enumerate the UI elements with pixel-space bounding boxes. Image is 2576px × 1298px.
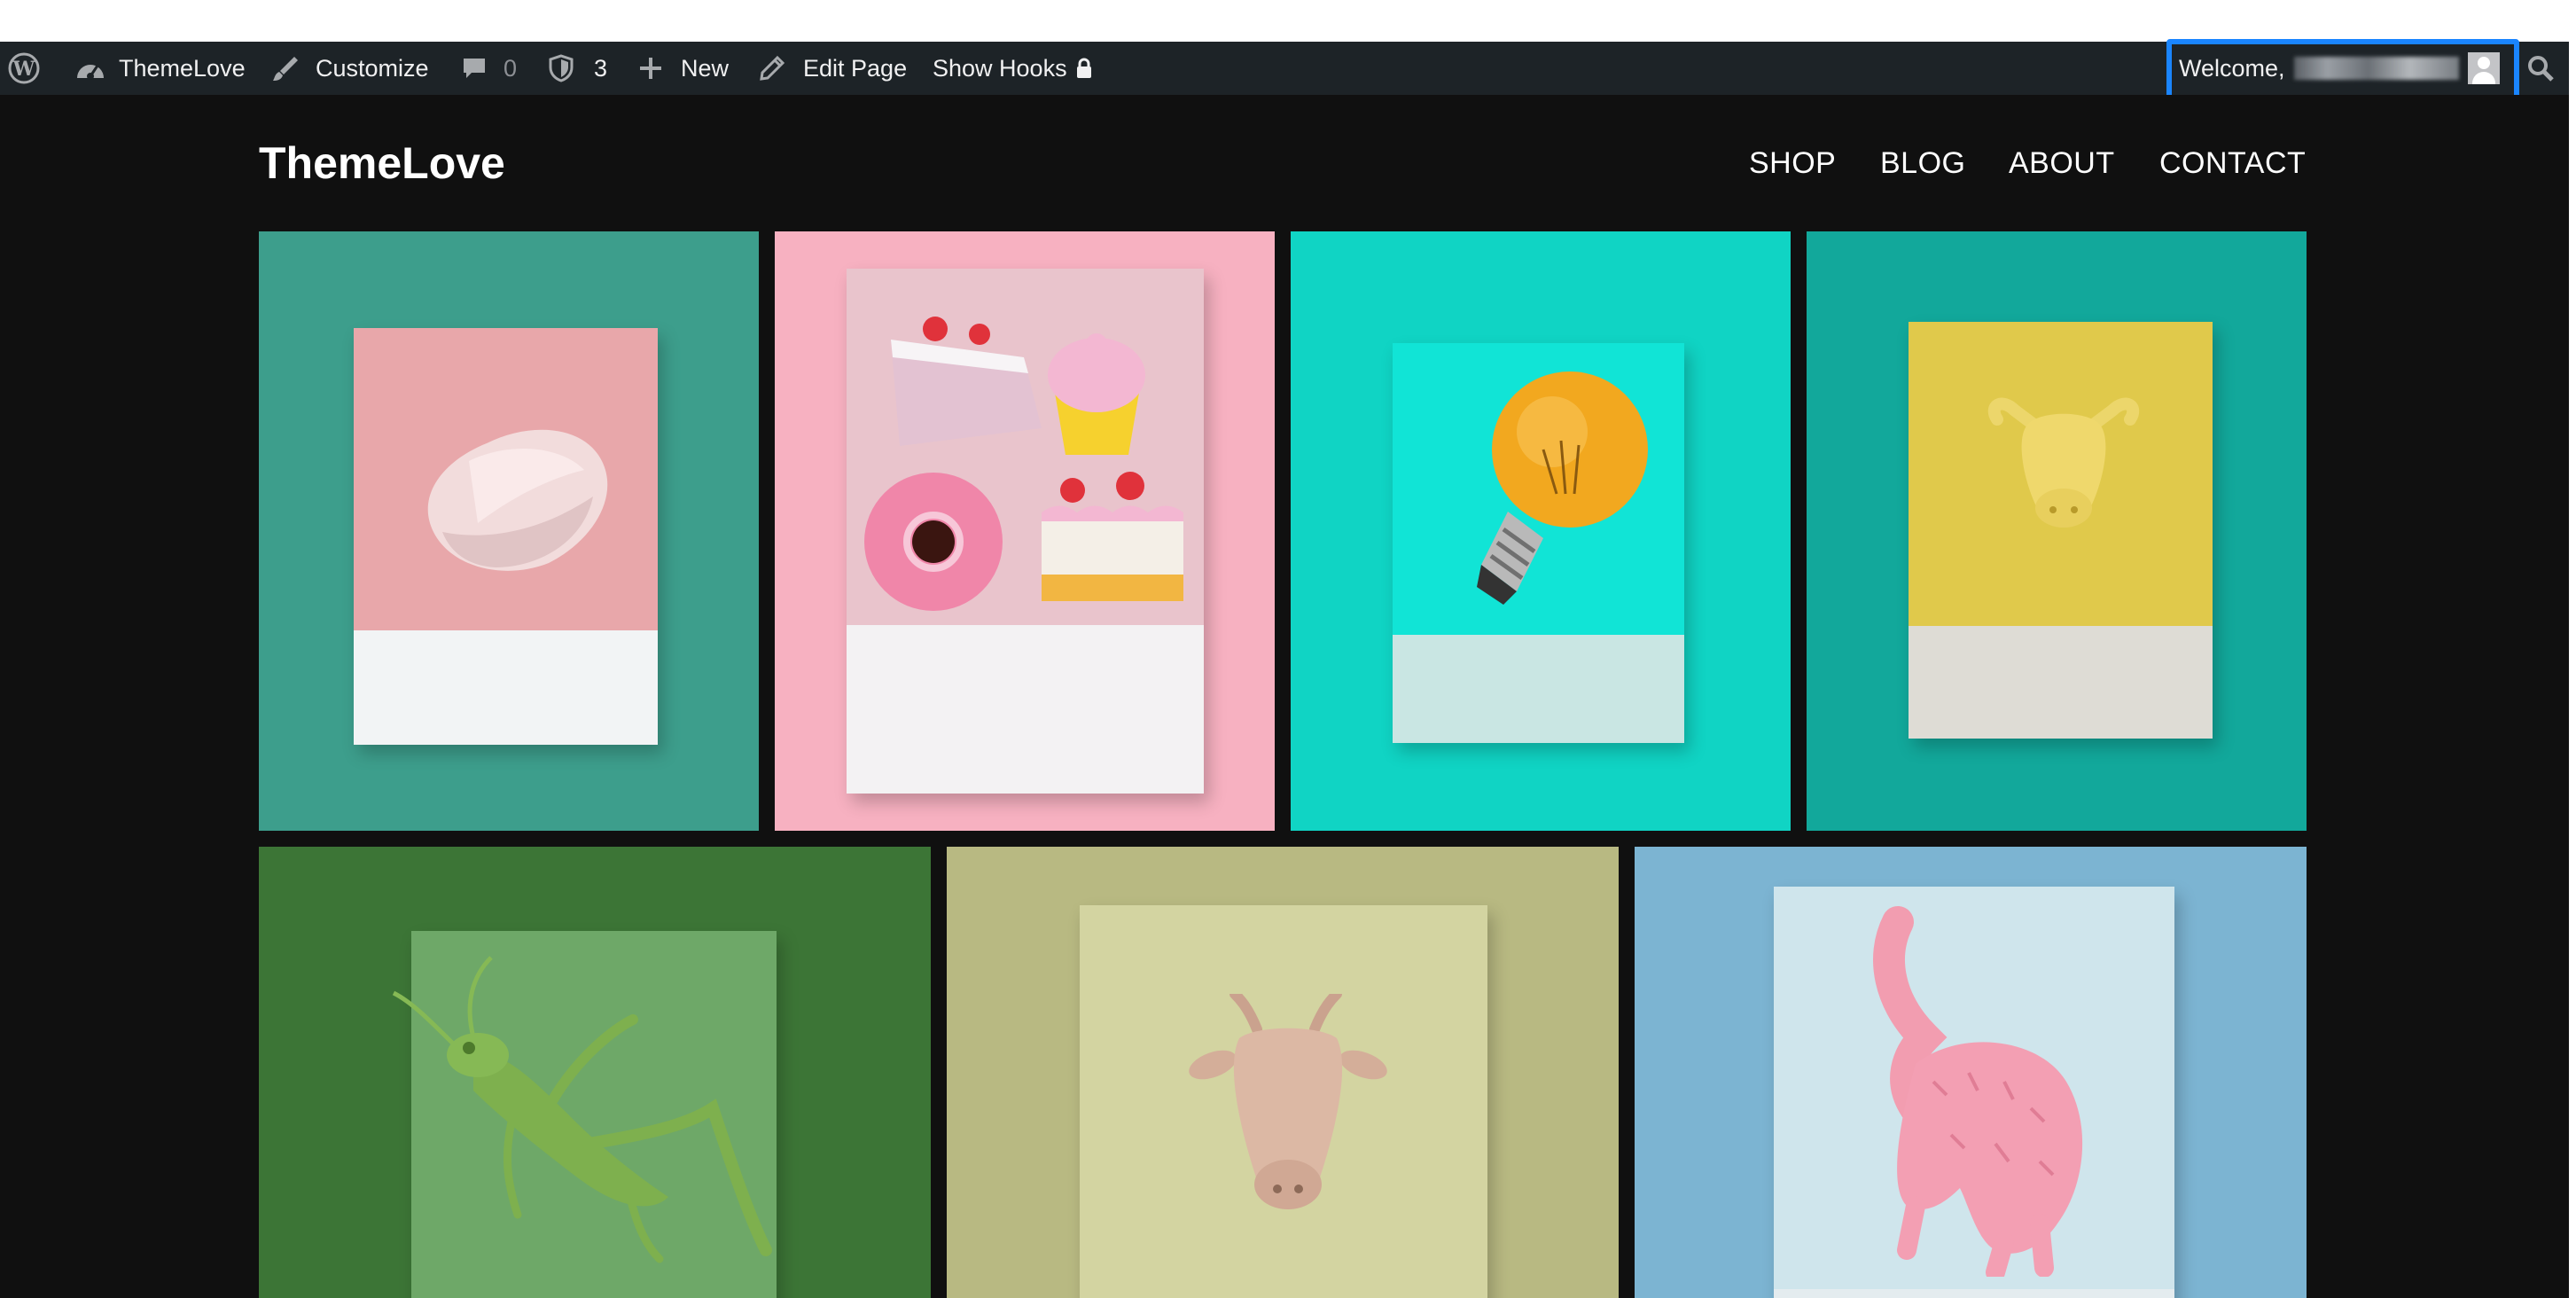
show-hooks-link[interactable]: Show Hooks bbox=[933, 42, 1092, 95]
customize-link[interactable]: Customize bbox=[271, 42, 429, 95]
comments-count: 0 bbox=[503, 54, 518, 82]
shield-icon bbox=[548, 54, 574, 82]
new-label: New bbox=[681, 54, 730, 82]
site-name-menu[interactable]: ThemeLove bbox=[74, 42, 246, 95]
search-icon[interactable] bbox=[2526, 42, 2555, 95]
updates-count: 3 bbox=[594, 54, 608, 82]
gallery-image-pink-animal bbox=[1774, 887, 2174, 1298]
gallery-tile-bull[interactable] bbox=[1807, 231, 2307, 831]
pencil-icon bbox=[759, 55, 785, 82]
new-content-menu[interactable]: New bbox=[638, 42, 729, 95]
gallery-image-bulb bbox=[1393, 343, 1684, 743]
lock-icon bbox=[1076, 58, 1092, 79]
gallery-tile-bulb[interactable] bbox=[1291, 231, 1791, 831]
updates-link[interactable]: 3 bbox=[548, 42, 607, 95]
gallery-tile-crystal[interactable] bbox=[259, 231, 759, 831]
nav-blog[interactable]: BLOG bbox=[1880, 146, 1965, 181]
gallery-image-bull bbox=[1909, 322, 2213, 739]
gallery-tile-goat[interactable] bbox=[947, 847, 1619, 1298]
customize-label: Customize bbox=[316, 54, 429, 82]
gallery-image-desserts bbox=[847, 269, 1204, 794]
site-page: ThemeLove SHOP BLOG ABOUT CONTACT bbox=[0, 95, 2569, 1298]
wordpress-logo-icon[interactable]: W bbox=[7, 42, 41, 95]
gallery-image-goat bbox=[1080, 905, 1487, 1298]
svg-text:W: W bbox=[12, 58, 35, 81]
plus-icon bbox=[638, 56, 663, 81]
gallery-image-crystal bbox=[354, 328, 658, 745]
dashboard-icon bbox=[74, 55, 106, 82]
site-title[interactable]: ThemeLove bbox=[259, 137, 505, 189]
gallery-tile-pink-animal[interactable] bbox=[1635, 847, 2307, 1298]
edit-page-label: Edit Page bbox=[803, 54, 908, 82]
gallery-tile-desserts[interactable] bbox=[775, 231, 1275, 831]
brush-icon bbox=[271, 54, 300, 82]
nav-contact[interactable]: CONTACT bbox=[2159, 146, 2306, 181]
comments-link[interactable]: 0 bbox=[461, 42, 517, 95]
browser-viewport: W ThemeLove Customize 0 3 New Edit Page … bbox=[0, 0, 2576, 1298]
edit-page-link[interactable]: Edit Page bbox=[759, 42, 907, 95]
comment-icon bbox=[461, 55, 488, 82]
show-hooks-label: Show Hooks bbox=[933, 54, 1067, 82]
page-edge bbox=[2569, 0, 2576, 1298]
gallery-image-grasshopper bbox=[392, 931, 777, 1298]
site-name-label: ThemeLove bbox=[119, 54, 246, 82]
gallery-tile-grasshopper[interactable] bbox=[259, 847, 931, 1298]
nav-shop[interactable]: SHOP bbox=[1749, 146, 1836, 181]
nav-about[interactable]: ABOUT bbox=[2009, 146, 2115, 181]
